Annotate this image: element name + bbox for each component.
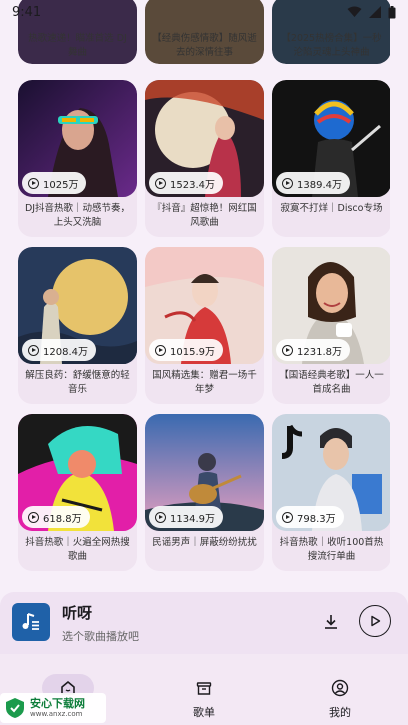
status-time: 9:41	[12, 4, 42, 20]
playlist-card[interactable]: 1389.4万 寂寞不打烊｜Disco专场	[272, 80, 390, 237]
play-count-badge: 1015.9万	[149, 339, 223, 361]
play-count: 1523.4万	[170, 179, 215, 191]
status-icons	[347, 5, 396, 19]
playlist-title: 寂寞不打烊｜Disco专场	[280, 203, 383, 214]
play-count-badge: 1208.4万	[22, 339, 96, 361]
playlist-card[interactable]: 1208.4万 解压良药：舒缓惬意的轻音乐	[18, 247, 137, 404]
watermark-logo: 安心下载网 www.anxz.com	[0, 693, 106, 723]
play-count-badge: 618.8万	[22, 506, 90, 528]
playlist-grid: 热歌速递！瞄准首选 DJ 舞曲 【经典伤感情歌】随风逝去的深情往事 【2025热…	[18, 0, 390, 592]
user-icon	[331, 679, 349, 696]
play-count: 1389.4万	[297, 179, 342, 191]
play-count-badge: 798.3万	[276, 506, 344, 528]
status-bar: 9:41	[0, 0, 408, 24]
playlist-card[interactable]: 1025万 DJ抖音热歌｜动感节奏，上头又洗脑	[18, 80, 137, 237]
nav-mine-label: 我的	[329, 706, 351, 719]
play-icon	[371, 615, 381, 627]
playlist-title: 【2025热榜合集】一秒沦陷灵魂上头神曲	[281, 33, 382, 58]
wifi-icon	[347, 6, 362, 17]
playlist-title: 抖音热歌｜收听100首热搜流行单曲	[279, 537, 384, 562]
battery-icon	[388, 5, 396, 18]
play-count-badge: 1231.8万	[276, 339, 350, 361]
playlist-title: 解压良药：舒缓惬意的轻音乐	[25, 370, 130, 395]
app-music-icon	[12, 603, 50, 641]
playlist-title: 『抖音』超惊艳！网红国风歌曲	[152, 203, 257, 228]
play-circle-icon	[155, 511, 166, 523]
play-circle-icon	[28, 177, 39, 189]
playlist-title: DJ抖音热歌｜动感节奏，上头又洗脑	[24, 203, 131, 228]
watermark-url: www.anxz.com	[30, 710, 83, 718]
play-count: 798.3万	[297, 513, 336, 525]
playlist-box-icon	[196, 681, 212, 695]
nav-playlists[interactable]: 歌单	[154, 674, 254, 720]
play-circle-icon	[282, 177, 293, 189]
player-subtitle: 选个歌曲播放吧	[62, 630, 139, 643]
nav-playlists-pill	[178, 674, 230, 701]
playlist-title: 抖音热歌｜火遍全网热搜歌曲	[25, 537, 130, 562]
play-circle-icon	[282, 344, 293, 356]
play-button[interactable]	[359, 605, 391, 637]
play-count-badge: 1025万	[22, 172, 87, 194]
playlist-card[interactable]: 618.8万 抖音热歌｜火遍全网热搜歌曲	[18, 414, 137, 571]
playlist-card[interactable]: 1231.8万 【国语经典老歌】一人一首成名曲	[272, 247, 390, 404]
nav-mine[interactable]: 我的	[290, 674, 390, 720]
playlist-card[interactable]: 1523.4万 『抖音』超惊艳！网红国风歌曲	[145, 80, 264, 237]
watermark-text: 安心下载网	[30, 697, 85, 710]
play-count: 1015.9万	[170, 346, 215, 358]
play-count-badge: 1134.9万	[149, 506, 223, 528]
watermark-shield-icon	[6, 698, 24, 718]
playlist-title: 国风精选集：赠君一场千年梦	[152, 370, 257, 395]
download-button[interactable]	[318, 609, 344, 635]
playlist-card[interactable]: 1134.9万 民谣男声｜屏蔽纷纷扰扰	[145, 414, 264, 571]
mini-player[interactable]: 听呀 选个歌曲播放吧	[0, 592, 408, 654]
nav-mine-pill	[314, 674, 366, 701]
playlist-card[interactable]: 1015.9万 国风精选集：赠君一场千年梦	[145, 247, 264, 404]
play-count: 1025万	[43, 179, 79, 191]
play-circle-icon	[28, 511, 39, 523]
playlist-title: 热歌速递！瞄准首选 DJ 舞曲	[28, 33, 127, 58]
play-circle-icon	[155, 344, 166, 356]
playlist-title: 【国语经典老歌】一人一首成名曲	[279, 370, 384, 395]
download-icon	[325, 615, 337, 629]
playlist-title: 【经典伤感情歌】随风逝去的深情往事	[152, 33, 257, 58]
playlist-title: 民谣男声｜屏蔽纷纷扰扰	[152, 537, 257, 548]
nav-playlists-label: 歌单	[193, 706, 215, 719]
play-count: 1134.9万	[170, 513, 215, 525]
play-count: 1208.4万	[43, 346, 88, 358]
play-circle-icon	[28, 344, 39, 356]
play-count-badge: 1389.4万	[276, 172, 350, 194]
cell-signal-icon	[369, 6, 381, 18]
play-circle-icon	[282, 511, 293, 523]
play-count: 1231.8万	[297, 346, 342, 358]
playlist-card[interactable]: 798.3万 抖音热歌｜收听100首热搜流行单曲	[272, 414, 390, 571]
play-count-badge: 1523.4万	[149, 172, 223, 194]
play-count: 618.8万	[43, 513, 82, 525]
player-title: 听呀	[62, 604, 93, 622]
play-circle-icon	[155, 177, 166, 189]
